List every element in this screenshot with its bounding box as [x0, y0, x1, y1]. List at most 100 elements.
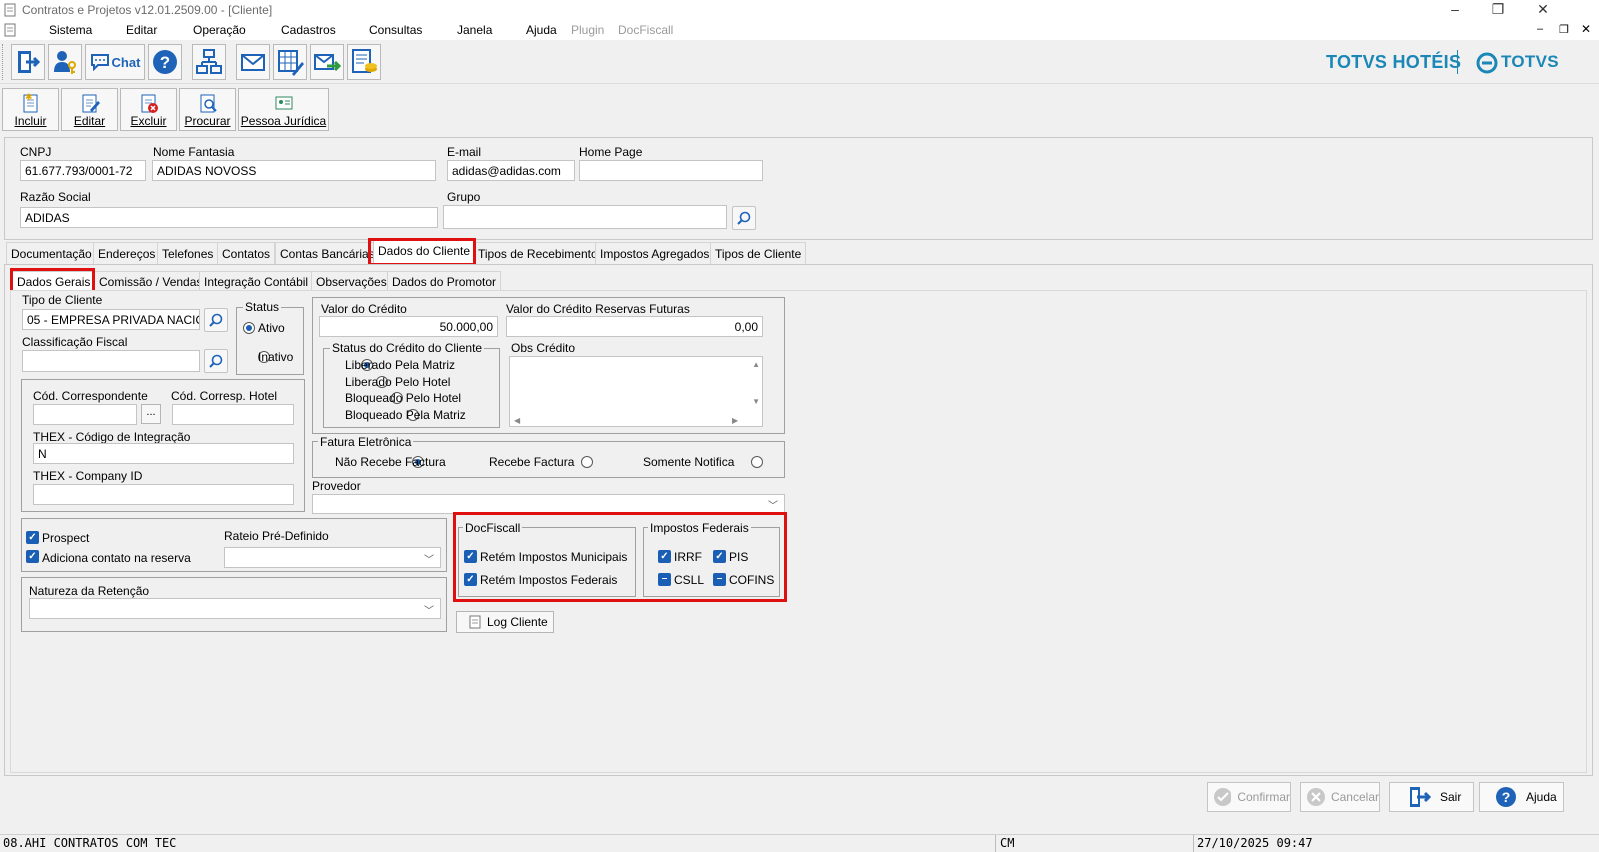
pis-checkbox[interactable]: ✓: [713, 550, 726, 563]
report-coins-icon: [352, 49, 377, 73]
tab-contatos[interactable]: Contatos: [217, 242, 276, 264]
pessoa-juridica-label: Pessoa Jurídica: [240, 114, 327, 128]
grupo-input[interactable]: [443, 205, 727, 229]
menu-ajuda[interactable]: Ajuda: [526, 23, 557, 37]
tab-tipos-recebimento[interactable]: Tipos de Recebimento: [473, 242, 603, 264]
classificacao-fiscal-input[interactable]: [22, 350, 200, 372]
send-mail-button[interactable]: [310, 44, 344, 80]
tab-contas-bancarias[interactable]: Contas Bancárias: [275, 242, 380, 264]
natureza-retencao-select[interactable]: ﹀: [29, 598, 441, 619]
tab-documentacao[interactable]: Documentação: [6, 242, 97, 264]
search-icon: [737, 211, 751, 225]
cofins-checkbox[interactable]: –: [713, 573, 726, 586]
spreadsheet-edit-button[interactable]: [273, 44, 307, 80]
pessoa-juridica-button[interactable]: Pessoa Jurídica: [238, 88, 329, 131]
mdi-minimize[interactable]: –: [1537, 23, 1543, 35]
irrf-label: IRRF: [674, 550, 702, 564]
search-document-icon: [200, 94, 217, 113]
subtab-observacoes[interactable]: Observações: [311, 271, 392, 291]
tab-impostos-agregados[interactable]: Impostos Agregados: [595, 242, 715, 264]
menu-janela[interactable]: Janela: [457, 23, 492, 37]
menu-bar: Sistema Editar Operação Cadastros Consul…: [0, 20, 1599, 40]
document-icon[interactable]: [4, 23, 16, 37]
rateio-select[interactable]: ﹀: [224, 547, 441, 568]
tipo-cliente-input[interactable]: 05 - EMPRESA PRIVADA NACIONAL: [22, 309, 200, 330]
log-cliente-button[interactable]: Log Cliente: [456, 611, 554, 633]
user-key-button[interactable]: [48, 44, 82, 80]
chevron-down-icon: ﹀: [768, 501, 778, 512]
cod-corresp-hotel-input[interactable]: [172, 404, 294, 425]
status-group: [236, 307, 304, 375]
tipo-cliente-search-button[interactable]: [204, 308, 228, 332]
csll-checkbox[interactable]: –: [658, 573, 671, 586]
close-button[interactable]: ✕: [1523, 0, 1563, 20]
razao-social-input[interactable]: ADIDAS: [20, 207, 438, 228]
adiciona-contato-checkbox[interactable]: ✓: [26, 550, 39, 563]
retem-federais-checkbox[interactable]: ✓: [464, 573, 477, 586]
scroll-left-icon[interactable]: ◀: [514, 416, 520, 425]
thex-integracao-input[interactable]: N: [33, 443, 294, 464]
menu-plugin[interactable]: Plugin: [571, 23, 604, 37]
provedor-select[interactable]: ﹀: [312, 494, 785, 514]
hierarchy-button[interactable]: [192, 44, 226, 80]
valor-reservas-input[interactable]: 0,00: [506, 316, 763, 337]
mdi-close[interactable]: ✕: [1581, 22, 1591, 36]
nao-recebe-factura-label: Não Recebe Factura: [335, 455, 446, 469]
menu-operacao[interactable]: Operação: [193, 23, 246, 37]
menu-consultas[interactable]: Consultas: [369, 23, 422, 37]
chat-button[interactable]: Chat: [85, 44, 145, 80]
classificacao-search-button[interactable]: [204, 349, 228, 373]
grupo-search-button[interactable]: [732, 206, 756, 230]
somente-notifica-radio[interactable]: [750, 456, 763, 468]
nome-fantasia-input[interactable]: ADIDAS NOVOSS: [152, 160, 436, 181]
prospect-checkbox[interactable]: ✓: [26, 531, 39, 544]
maximize-button[interactable]: ❐: [1478, 0, 1518, 20]
cod-correspondente-input[interactable]: [33, 404, 137, 425]
cofins-label: COFINS: [729, 573, 775, 587]
finance-report-button[interactable]: [347, 44, 381, 80]
thex-company-input[interactable]: [33, 484, 294, 505]
minimize-button[interactable]: –: [1435, 0, 1475, 20]
sair-button[interactable]: Sair: [1389, 782, 1474, 812]
cnpj-input[interactable]: 61.677.793/0001-72: [20, 160, 146, 181]
subtab-dados-promotor[interactable]: Dados do Promotor: [387, 271, 502, 291]
menu-editar[interactable]: Editar: [126, 23, 157, 37]
subtab-integracao-contabil[interactable]: Integração Contábil: [199, 271, 314, 291]
home-page-input[interactable]: [579, 160, 763, 181]
status-credito-label: Status do Crédito do Cliente: [330, 341, 485, 355]
status-datetime: 27/10/2025 09:47: [1197, 836, 1313, 850]
email-input[interactable]: adidas@adidas.com: [447, 160, 575, 181]
logout-button[interactable]: [11, 44, 45, 80]
confirmar-label: Confirmar: [1237, 790, 1290, 804]
menu-sistema[interactable]: Sistema: [49, 23, 92, 37]
cod-correspondente-lookup-button[interactable]: ...: [141, 404, 161, 424]
highlight-dados-cliente-tab: [368, 238, 476, 266]
scroll-up-icon[interactable]: ▲: [752, 360, 760, 369]
excluir-button[interactable]: Excluir: [120, 88, 177, 131]
obs-credito-textarea[interactable]: ▲ ▼ ◀ ▶: [509, 356, 763, 427]
cancelar-button[interactable]: Cancelar: [1300, 782, 1380, 812]
tipo-cliente-label: Tipo de Cliente: [22, 293, 103, 307]
incluir-button[interactable]: ✱ Incluir: [2, 88, 59, 131]
status-ativo-radio[interactable]: [243, 322, 255, 334]
retem-municipais-label: Retém Impostos Municipais: [480, 550, 628, 564]
ajuda-button[interactable]: ? Ajuda: [1479, 782, 1564, 812]
mail-button[interactable]: [236, 44, 270, 80]
retem-municipais-checkbox[interactable]: ✓: [464, 550, 477, 563]
editar-button[interactable]: Editar: [61, 88, 118, 131]
scroll-down-icon[interactable]: ▼: [752, 397, 760, 406]
irrf-checkbox[interactable]: ✓: [658, 550, 671, 563]
provedor-label: Provedor: [312, 479, 361, 493]
help-toolbar-button[interactable]: ?: [148, 44, 182, 80]
mdi-restore[interactable]: ❐: [1559, 23, 1569, 36]
procurar-button[interactable]: Procurar: [179, 88, 236, 131]
tab-telefones[interactable]: Telefones: [157, 242, 219, 264]
subtab-comissao-vendas[interactable]: Comissão / Vendas: [94, 271, 208, 291]
menu-docfiscall[interactable]: DocFiscall: [618, 23, 673, 37]
valor-credito-input[interactable]: 50.000,00: [319, 316, 498, 337]
scroll-right-icon[interactable]: ▶: [732, 416, 738, 425]
tab-tipos-de-cliente[interactable]: Tipos de Cliente: [710, 242, 807, 264]
tab-enderecos[interactable]: Endereços: [93, 242, 161, 264]
confirmar-button[interactable]: Confirmar: [1207, 782, 1291, 812]
menu-cadastros[interactable]: Cadastros: [281, 23, 336, 37]
